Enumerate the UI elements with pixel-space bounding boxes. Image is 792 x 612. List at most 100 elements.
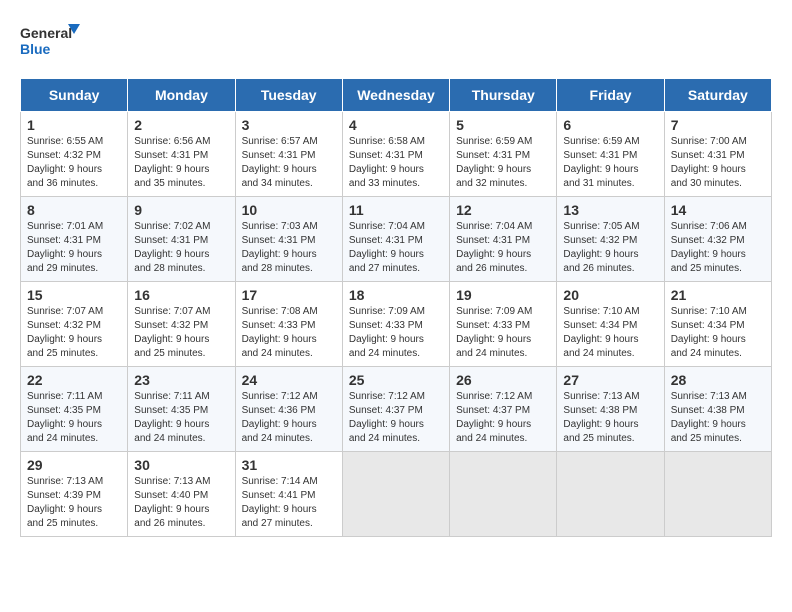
day-info: Sunrise: 7:13 AM Sunset: 4:38 PM Dayligh… bbox=[563, 390, 657, 446]
day-info: Sunrise: 7:13 AM Sunset: 4:39 PM Dayligh… bbox=[27, 475, 121, 531]
day-info: Sunrise: 7:10 AM Sunset: 4:34 PM Dayligh… bbox=[563, 305, 657, 361]
day-info: Sunrise: 7:12 AM Sunset: 4:36 PM Dayligh… bbox=[242, 390, 336, 446]
weekday-header-thursday: Thursday bbox=[450, 79, 557, 112]
calendar-day-18: 18Sunrise: 7:09 AM Sunset: 4:33 PM Dayli… bbox=[342, 282, 449, 367]
day-number: 14 bbox=[671, 202, 765, 218]
empty-cell bbox=[450, 452, 557, 537]
day-info: Sunrise: 7:12 AM Sunset: 4:37 PM Dayligh… bbox=[349, 390, 443, 446]
empty-cell bbox=[342, 452, 449, 537]
weekday-header-wednesday: Wednesday bbox=[342, 79, 449, 112]
day-number: 5 bbox=[456, 117, 550, 133]
day-number: 23 bbox=[134, 372, 228, 388]
day-info: Sunrise: 7:06 AM Sunset: 4:32 PM Dayligh… bbox=[671, 220, 765, 276]
day-number: 29 bbox=[27, 457, 121, 473]
calendar-day-23: 23 Sunrise: 7:11 AM Sunset: 4:35 PM Dayli… bbox=[128, 367, 235, 452]
day-number: 27 bbox=[563, 372, 657, 388]
logo: GeneralBlue bbox=[20, 20, 80, 62]
day-info: Sunrise: 7:08 AM Sunset: 4:33 PM Dayligh… bbox=[242, 305, 336, 361]
calendar-day-26: 26 Sunrise: 7:12 AM Sunset: 4:37 PM Dayli… bbox=[450, 367, 557, 452]
day-number: 15 bbox=[27, 287, 121, 303]
calendar-day-5: 5 Sunrise: 6:59 AM Sunset: 4:31 PM Daylig… bbox=[450, 112, 557, 197]
day-info: Sunrise: 7:07 AM Sunset: 4:32 PM Dayligh… bbox=[27, 305, 121, 361]
day-number: 28 bbox=[671, 372, 765, 388]
calendar-day-4: 4 Sunrise: 6:58 AM Sunset: 4:31 PM Daylig… bbox=[342, 112, 449, 197]
day-info: Sunrise: 7:07 AM Sunset: 4:32 PM Dayligh… bbox=[134, 305, 228, 361]
day-number: 21 bbox=[671, 287, 765, 303]
day-number: 12 bbox=[456, 202, 550, 218]
calendar-day-16: 16 Sunrise: 7:07 AM Sunset: 4:32 PM Dayli… bbox=[128, 282, 235, 367]
calendar-table: SundayMondayTuesdayWednesdayThursdayFrid… bbox=[20, 78, 772, 537]
day-info: Sunrise: 7:11 AM Sunset: 4:35 PM Dayligh… bbox=[134, 390, 228, 446]
day-number: 7 bbox=[671, 117, 765, 133]
day-info: Sunrise: 7:00 AM Sunset: 4:31 PM Dayligh… bbox=[671, 135, 765, 191]
calendar-day-19: 19 Sunrise: 7:09 AM Sunset: 4:33 PM Dayli… bbox=[450, 282, 557, 367]
day-info: Sunrise: 7:09 AM Sunset: 4:33 PM Dayligh… bbox=[456, 305, 550, 361]
day-number: 10 bbox=[242, 202, 336, 218]
calendar-day-27: 27 Sunrise: 7:13 AM Sunset: 4:38 PM Dayli… bbox=[557, 367, 664, 452]
weekday-header-saturday: Saturday bbox=[664, 79, 771, 112]
day-info: Sunrise: 6:57 AM Sunset: 4:31 PM Dayligh… bbox=[242, 135, 336, 191]
day-number: 30 bbox=[134, 457, 228, 473]
calendar-day-14: 14 Sunrise: 7:06 AM Sunset: 4:32 PM Dayli… bbox=[664, 197, 771, 282]
day-number: 3 bbox=[242, 117, 336, 133]
day-number: 26 bbox=[456, 372, 550, 388]
day-number: 8 bbox=[27, 202, 121, 218]
day-number: 1 bbox=[27, 117, 121, 133]
day-number: 18 bbox=[349, 287, 443, 303]
day-number: 9 bbox=[134, 202, 228, 218]
calendar-day-24: 24Sunrise: 7:12 AM Sunset: 4:36 PM Dayli… bbox=[235, 367, 342, 452]
day-info: Sunrise: 6:58 AM Sunset: 4:31 PM Dayligh… bbox=[349, 135, 443, 191]
weekday-header-sunday: Sunday bbox=[21, 79, 128, 112]
calendar-day-8: 8 Sunrise: 7:01 AM Sunset: 4:31 PM Daylig… bbox=[21, 197, 128, 282]
calendar-day-7: 7 Sunrise: 7:00 AM Sunset: 4:31 PM Daylig… bbox=[664, 112, 771, 197]
calendar-day-22: 22 Sunrise: 7:11 AM Sunset: 4:35 PM Dayli… bbox=[21, 367, 128, 452]
calendar-day-21: 21 Sunrise: 7:10 AM Sunset: 4:34 PM Dayli… bbox=[664, 282, 771, 367]
calendar-day-10: 10 Sunrise: 7:03 AM Sunset: 4:31 PM Dayli… bbox=[235, 197, 342, 282]
day-info: Sunrise: 7:04 AM Sunset: 4:31 PM Dayligh… bbox=[456, 220, 550, 276]
calendar-day-29: 29 Sunrise: 7:13 AM Sunset: 4:39 PM Dayli… bbox=[21, 452, 128, 537]
page-header: GeneralBlue bbox=[20, 20, 772, 62]
calendar-day-13: 13 Sunrise: 7:05 AM Sunset: 4:32 PM Dayli… bbox=[557, 197, 664, 282]
calendar-day-12: 12 Sunrise: 7:04 AM Sunset: 4:31 PM Dayli… bbox=[450, 197, 557, 282]
calendar-day-28: 28 Sunrise: 7:13 AM Sunset: 4:38 PM Dayli… bbox=[664, 367, 771, 452]
empty-cell bbox=[557, 452, 664, 537]
day-info: Sunrise: 7:04 AM Sunset: 4:31 PM Dayligh… bbox=[349, 220, 443, 276]
day-info: Sunrise: 7:01 AM Sunset: 4:31 PM Dayligh… bbox=[27, 220, 121, 276]
day-info: Sunrise: 7:12 AM Sunset: 4:37 PM Dayligh… bbox=[456, 390, 550, 446]
day-info: Sunrise: 7:13 AM Sunset: 4:38 PM Dayligh… bbox=[671, 390, 765, 446]
calendar-day-31: 31 Sunrise: 7:14 AM Sunset: 4:41 PM Dayli… bbox=[235, 452, 342, 537]
calendar-day-9: 9Sunrise: 7:02 AM Sunset: 4:31 PM Daylig… bbox=[128, 197, 235, 282]
day-info: Sunrise: 6:55 AM Sunset: 4:32 PM Dayligh… bbox=[27, 135, 121, 191]
calendar-day-1: 1 Sunrise: 6:55 AM Sunset: 4:32 PM Daylig… bbox=[21, 112, 128, 197]
day-number: 20 bbox=[563, 287, 657, 303]
day-info: Sunrise: 7:10 AM Sunset: 4:34 PM Dayligh… bbox=[671, 305, 765, 361]
day-info: Sunrise: 7:14 AM Sunset: 4:41 PM Dayligh… bbox=[242, 475, 336, 531]
day-number: 16 bbox=[134, 287, 228, 303]
weekday-header-tuesday: Tuesday bbox=[235, 79, 342, 112]
calendar-day-6: 6 Sunrise: 6:59 AM Sunset: 4:31 PM Daylig… bbox=[557, 112, 664, 197]
day-info: Sunrise: 6:59 AM Sunset: 4:31 PM Dayligh… bbox=[563, 135, 657, 191]
logo-svg: GeneralBlue bbox=[20, 20, 80, 62]
day-number: 19 bbox=[456, 287, 550, 303]
calendar-day-11: 11 Sunrise: 7:04 AM Sunset: 4:31 PM Dayli… bbox=[342, 197, 449, 282]
weekday-header-monday: Monday bbox=[128, 79, 235, 112]
svg-text:General: General bbox=[20, 25, 72, 41]
calendar-day-3: 3 Sunrise: 6:57 AM Sunset: 4:31 PM Daylig… bbox=[235, 112, 342, 197]
day-number: 17 bbox=[242, 287, 336, 303]
calendar-day-2: 2Sunrise: 6:56 AM Sunset: 4:31 PM Daylig… bbox=[128, 112, 235, 197]
day-number: 6 bbox=[563, 117, 657, 133]
day-number: 11 bbox=[349, 202, 443, 218]
calendar-day-20: 20 Sunrise: 7:10 AM Sunset: 4:34 PM Dayli… bbox=[557, 282, 664, 367]
day-info: Sunrise: 7:03 AM Sunset: 4:31 PM Dayligh… bbox=[242, 220, 336, 276]
day-number: 25 bbox=[349, 372, 443, 388]
day-number: 22 bbox=[27, 372, 121, 388]
day-number: 4 bbox=[349, 117, 443, 133]
day-number: 31 bbox=[242, 457, 336, 473]
day-info: Sunrise: 7:05 AM Sunset: 4:32 PM Dayligh… bbox=[563, 220, 657, 276]
day-info: Sunrise: 7:11 AM Sunset: 4:35 PM Dayligh… bbox=[27, 390, 121, 446]
day-info: Sunrise: 6:59 AM Sunset: 4:31 PM Dayligh… bbox=[456, 135, 550, 191]
weekday-header-friday: Friday bbox=[557, 79, 664, 112]
calendar-day-15: 15 Sunrise: 7:07 AM Sunset: 4:32 PM Dayli… bbox=[21, 282, 128, 367]
day-number: 13 bbox=[563, 202, 657, 218]
calendar-day-25: 25 Sunrise: 7:12 AM Sunset: 4:37 PM Dayli… bbox=[342, 367, 449, 452]
